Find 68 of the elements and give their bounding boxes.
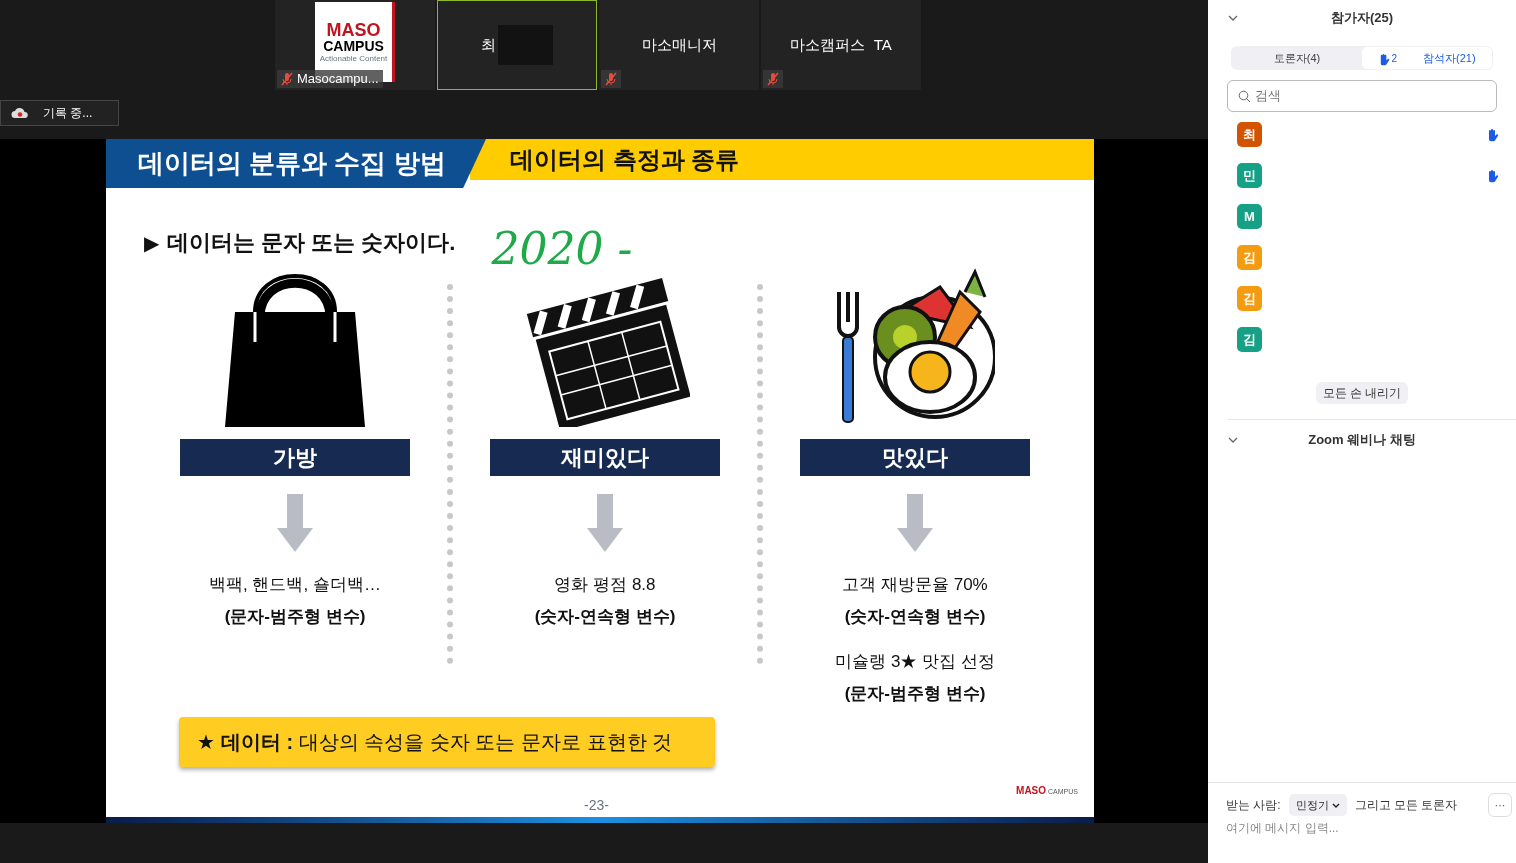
video-tile[interactable]: 최 [437, 0, 597, 90]
logo-text: CAMPUS [323, 39, 384, 54]
hand-count: 2 [1391, 51, 1397, 66]
participant-avatar: 김 [1237, 245, 1262, 270]
cloud-record-icon [11, 107, 29, 119]
message-field[interactable]: 여기에 메시지 입력... [1226, 819, 1498, 837]
participant-name: 마소매니저 [641, 34, 717, 55]
star-icon-text: ★ [197, 730, 215, 755]
muted-mic-icon [767, 72, 779, 86]
bag-icon [225, 272, 365, 427]
caret-icon [1331, 802, 1340, 808]
raised-hand-icon [1486, 127, 1500, 142]
example-text: 백팩, 핸드백, 숄더백… [209, 574, 381, 596]
section-title: 데이터의 측정과 종류 [510, 144, 740, 175]
participant-avatar: 김 [1237, 327, 1262, 352]
logo-tagline: Actionable Content [319, 54, 388, 63]
participant-avatar: 최 [1237, 122, 1262, 147]
search-icon [1238, 89, 1251, 103]
participant-avatar: M [1237, 204, 1262, 229]
video-tile[interactable]: 마소매니저 [599, 0, 759, 90]
participant-row[interactable]: 최 [1208, 122, 1516, 147]
participant-tab[interactable]: 토론자(4) [1232, 47, 1362, 69]
example-text: 미슐랭 3★ 맛집 선정 [835, 651, 995, 673]
raised-hand-icon [1378, 52, 1392, 66]
more-button[interactable]: ··· [1488, 793, 1512, 817]
logo-text: MASO [326, 21, 381, 39]
participant-avatar: 민 [1237, 163, 1262, 188]
raised-hand-icon [1486, 168, 1500, 183]
search-field[interactable]: 검색 [1227, 80, 1497, 112]
search-input[interactable]: 검색 [1255, 86, 1486, 106]
lower-all-hands-button[interactable]: 모든 손 내리기 [1315, 382, 1409, 404]
variable-type: (숫자-연속형 변수) [844, 605, 986, 628]
category-label: 맛있다 [800, 439, 1030, 476]
slide-title: 데이터의 분류와 수집 방법 [138, 147, 446, 180]
definition-text: 데이터 : 대상의 속성을 숫자 또는 문자로 표현한 것 [221, 730, 673, 755]
variable-type: (문자-범주형 변수) [844, 682, 986, 705]
statement: 데이터는 문자 또는 숫자이다. [167, 229, 456, 257]
down-arrow-icon [277, 494, 313, 552]
brand-logo: MASO [1016, 784, 1047, 798]
recording-status: 기록 중... [43, 105, 93, 122]
variable-type: (문자-범주형 변수) [224, 605, 366, 628]
video-tile[interactable]: 마소캠퍼스 TA [761, 0, 921, 90]
panel-title: 참가자(25) [1329, 9, 1395, 28]
chevron-down-icon[interactable] [1228, 437, 1238, 443]
down-arrow-icon [897, 494, 933, 552]
muted-mic-icon [605, 72, 617, 86]
participant-name: Masocampu... [297, 70, 379, 89]
muted-mic-icon [281, 72, 293, 86]
category-label: 재미있다 [490, 439, 720, 476]
recipient-suffix: 그리고 모든 토론자 [1354, 797, 1459, 814]
recipient-label: 받는 사람: [1226, 797, 1281, 814]
video-tile[interactable]: MASO CAMPUS Actionable Content Masocampu... [275, 0, 435, 90]
down-arrow-icon [587, 494, 623, 552]
chevron-down-icon[interactable] [1228, 15, 1238, 21]
chat-title: Zoom 웨비나 채팅 [1307, 431, 1417, 450]
bullet-marker: ▶ [144, 230, 159, 256]
recording-indicator[interactable]: 기록 중... [0, 100, 119, 126]
example-text: 고객 재방문율 70% [842, 574, 988, 596]
participant-avatar: 김 [1237, 286, 1262, 311]
participant-name: 최 [481, 34, 496, 55]
category-label: 가방 [180, 439, 410, 476]
example-text: 영화 평점 8.8 [554, 574, 656, 596]
recipient-dropdown[interactable]: 민정기 [1288, 794, 1347, 816]
handwritten-annotation: 2020 - [491, 224, 633, 274]
participant-name: 마소캠퍼스 TA [790, 34, 892, 55]
participant-tab[interactable]: 2 참석자(21) [1362, 47, 1492, 69]
page-number: -23- [584, 796, 609, 815]
variable-type: (숫자-연속형 변수) [534, 605, 676, 628]
